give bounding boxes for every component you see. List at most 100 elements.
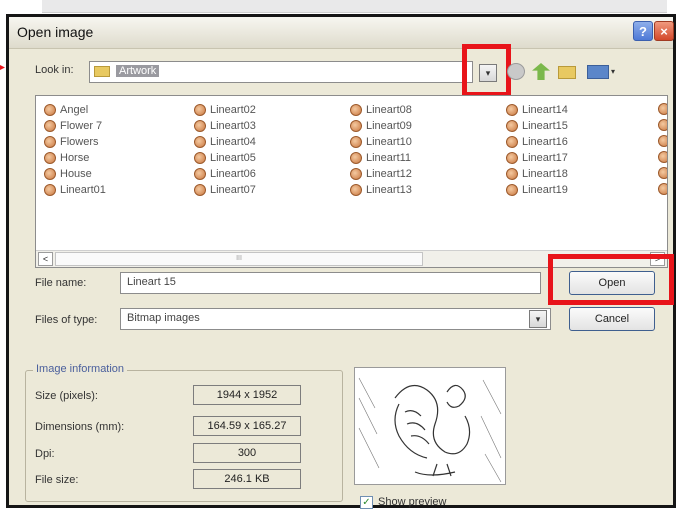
look-in-dropdown-highlight: [462, 44, 511, 97]
show-preview-label: Show preview: [378, 496, 447, 508]
image-file-icon: [194, 183, 206, 196]
image-file-icon: [506, 135, 518, 148]
file-item[interactable]: Angel: [44, 102, 88, 117]
file-item[interactable]: Lineart16: [506, 134, 568, 149]
file-item[interactable]: Lineart03: [194, 118, 256, 133]
file-item-label: Lineart03: [210, 119, 256, 132]
dialog-title: Open image: [17, 24, 94, 40]
image-file-icon: [194, 135, 206, 148]
dimensions-label: Dimensions (mm):: [35, 421, 125, 433]
cancel-button[interactable]: Cancel: [569, 307, 655, 331]
file-name-field[interactable]: Lineart 15: [120, 272, 541, 294]
file-item-label: Lineart13: [366, 183, 412, 196]
file-item-label: Horse: [60, 151, 90, 164]
file-item[interactable]: House: [44, 166, 92, 181]
file-item-label: Lineart04: [210, 135, 256, 148]
file-item[interactable]: Lineart13: [350, 182, 412, 197]
file-item[interactable]: Lineart05: [194, 150, 256, 165]
file-item-label: Lineart17: [522, 151, 568, 164]
image-file-icon[interactable]: [658, 167, 667, 179]
up-one-level-icon[interactable]: [532, 63, 550, 80]
image-file-icon[interactable]: [658, 183, 667, 195]
file-item-label: Lineart11: [366, 151, 412, 164]
image-file-icon: [194, 151, 206, 164]
file-item[interactable]: Lineart01: [44, 182, 106, 197]
look-in-combobox[interactable]: Artwork: [89, 61, 473, 83]
image-file-icon[interactable]: [658, 103, 667, 115]
file-item[interactable]: Lineart08: [350, 102, 412, 117]
file-item-label: Lineart12: [366, 167, 412, 180]
file-item[interactable]: Flowers: [44, 134, 99, 149]
file-item[interactable]: Lineart12: [350, 166, 412, 181]
look-in-folder-name: Artwork: [116, 65, 160, 77]
file-item[interactable]: Lineart06: [194, 166, 256, 181]
file-item-label: Lineart19: [522, 183, 568, 196]
dimensions-value: 164.59 x 165.27: [193, 416, 301, 436]
file-item-label: House: [60, 167, 92, 180]
file-item-label: Lineart02: [210, 103, 256, 116]
image-file-icon: [350, 167, 362, 180]
file-item[interactable]: Flower 7: [44, 118, 102, 133]
new-folder-icon[interactable]: [558, 66, 576, 79]
file-item-label: Lineart09: [366, 119, 412, 132]
dpi-value: 300: [193, 443, 301, 463]
file-item[interactable]: Lineart02: [194, 102, 256, 117]
back-icon[interactable]: [507, 63, 525, 80]
open-image-dialog: Open image ? × Look in: Artwork ▾ ▾ Ange…: [6, 14, 676, 509]
image-file-icon: [506, 183, 518, 196]
help-button[interactable]: ?: [633, 21, 653, 41]
image-file-icon: [350, 151, 362, 164]
image-file-icon: [44, 135, 56, 148]
image-file-icon: [44, 183, 56, 196]
file-item-label: Lineart15: [522, 119, 568, 132]
file-item-label: Lineart14: [522, 103, 568, 116]
title-bar: Open image ? ×: [9, 17, 674, 49]
image-file-icon[interactable]: [658, 135, 667, 147]
file-item-label: Lineart05: [210, 151, 256, 164]
file-type-dropdown-button[interactable]: ▾: [529, 310, 547, 328]
file-list[interactable]: Angel Flower 7 Flowers Horse House Lineart01 L…: [35, 95, 668, 268]
scroll-thumb[interactable]: III: [55, 252, 423, 266]
pointer-arrow-icon: [0, 64, 5, 71]
file-item-label: Angel: [60, 103, 89, 116]
file-item[interactable]: Lineart17: [506, 150, 568, 165]
views-caret-icon[interactable]: ▾: [611, 67, 615, 76]
close-button[interactable]: ×: [654, 21, 674, 41]
file-item[interactable]: Lineart14: [506, 102, 568, 117]
file-type-select[interactable]: Bitmap images: [120, 308, 551, 330]
look-in-label: Look in:: [35, 64, 74, 76]
image-file-icon: [506, 167, 518, 180]
file-item[interactable]: Lineart07: [194, 182, 256, 197]
image-file-icon: [506, 103, 518, 116]
file-name-label: File name:: [35, 277, 87, 289]
file-size-value: 246.1 KB: [193, 469, 301, 489]
image-file-icon: [194, 167, 206, 180]
image-file-icon[interactable]: [658, 119, 667, 131]
views-menu-icon[interactable]: [587, 65, 609, 79]
file-item-label: Flower 7: [60, 119, 103, 132]
file-item[interactable]: Lineart09: [350, 118, 412, 133]
file-item[interactable]: Lineart15: [506, 118, 568, 133]
file-item[interactable]: Lineart10: [350, 134, 412, 149]
file-item[interactable]: Lineart04: [194, 134, 256, 149]
image-file-icon: [44, 167, 56, 180]
image-file-icon: [44, 103, 56, 116]
dpi-label: Dpi:: [35, 448, 55, 460]
file-item[interactable]: Horse: [44, 150, 89, 165]
folder-icon: [94, 66, 110, 77]
image-file-icon[interactable]: [658, 151, 667, 163]
file-item[interactable]: Lineart11: [350, 150, 411, 165]
file-item-label: Lineart10: [366, 135, 412, 148]
image-file-icon: [44, 119, 56, 132]
image-file-icon: [506, 119, 518, 132]
file-type-label: Files of type:: [35, 314, 98, 326]
file-item[interactable]: Lineart19: [506, 182, 568, 197]
file-item-label: Lineart16: [522, 135, 568, 148]
size-value: 1944 x 1952: [193, 385, 301, 405]
show-preview-checkbox[interactable]: ✓: [360, 496, 373, 509]
image-information-title: Image information: [33, 363, 128, 375]
background-window-strip: [42, 0, 667, 13]
file-item[interactable]: Lineart18: [506, 166, 568, 181]
image-file-icon: [506, 151, 518, 164]
scroll-left-button[interactable]: <: [38, 252, 53, 266]
